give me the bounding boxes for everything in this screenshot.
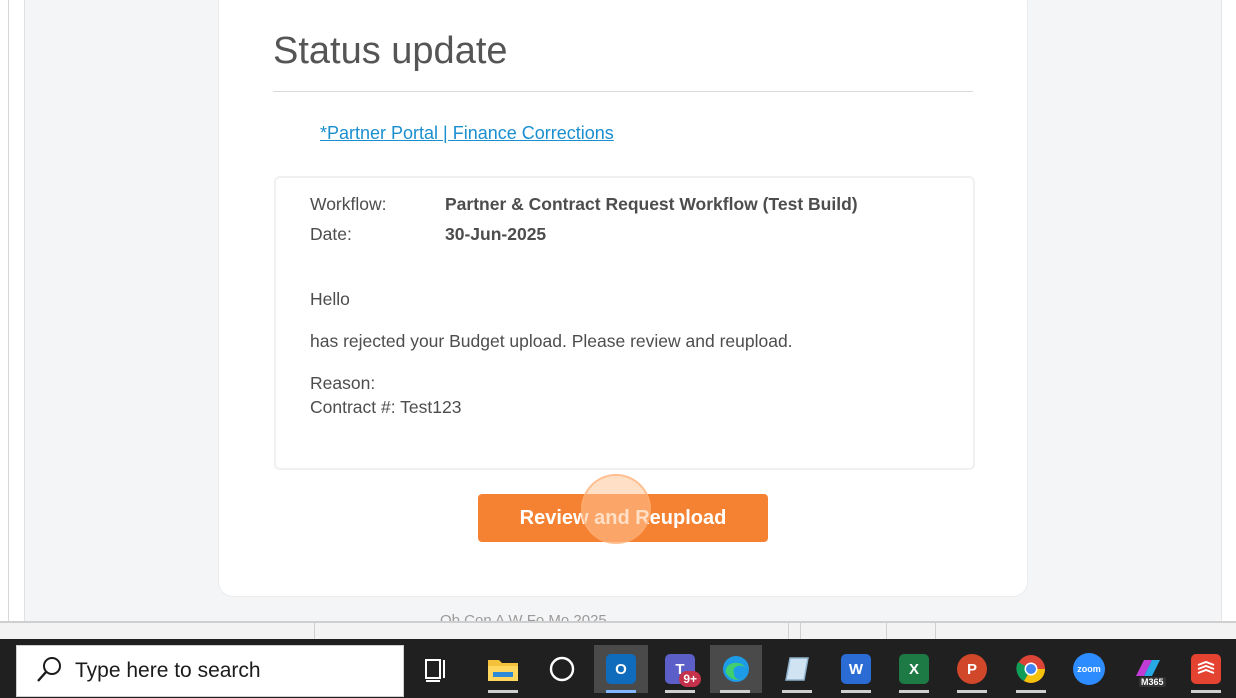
taskbar-cortana[interactable] xyxy=(537,645,587,693)
edge-icon xyxy=(723,656,749,682)
date-row: Date: 30-Jun-2025 xyxy=(310,224,546,245)
greeting-text: Hello xyxy=(310,289,350,309)
excel-icon: X xyxy=(899,654,929,684)
task-view-button[interactable] xyxy=(412,645,462,693)
date-label: Date: xyxy=(310,224,352,244)
taskbar-chrome[interactable] xyxy=(1006,645,1056,693)
cortana-icon xyxy=(549,656,575,682)
taskbar-powerpoint[interactable]: P xyxy=(947,645,997,693)
scrollbar-track[interactable] xyxy=(1221,0,1236,621)
workflow-value: Partner & Contract Request Workflow (Tes… xyxy=(445,194,858,214)
review-and-reupload-button[interactable]: Review and Reupload xyxy=(478,494,768,542)
workflow-row: Workflow: Partner & Contract Request Work… xyxy=(310,194,858,215)
partner-portal-link[interactable]: *Partner Portal | Finance Corrections xyxy=(320,123,614,144)
m365-label: M365 xyxy=(1139,677,1166,687)
taskbar-m365[interactable]: M365 xyxy=(1123,645,1173,693)
folder-icon xyxy=(488,660,518,681)
todoist-icon xyxy=(1191,654,1221,684)
email-footer-text: Ob Con A W Fo Mo 2025 xyxy=(440,612,607,621)
contract-number: Contract #: Test123 xyxy=(310,397,462,417)
taskbar-notes-app[interactable] xyxy=(772,645,822,693)
taskbar-excel[interactable]: X xyxy=(889,645,939,693)
window-bottom-strip xyxy=(0,621,1236,641)
task-view-icon xyxy=(425,659,445,682)
taskbar-search-box[interactable]: Type here to search xyxy=(16,645,404,697)
notes-icon xyxy=(785,657,809,681)
taskbar-edge[interactable] xyxy=(710,645,762,693)
title-divider xyxy=(273,91,973,92)
taskbar-todoist[interactable] xyxy=(1181,645,1231,693)
taskbar-outlook[interactable]: O xyxy=(594,645,648,693)
taskbar-teams[interactable]: T 9+ xyxy=(655,645,705,693)
search-placeholder: Type here to search xyxy=(75,659,261,682)
windows-taskbar: Type here to search O T 9+ W X P zoom M3… xyxy=(0,639,1236,698)
search-icon xyxy=(37,657,61,682)
email-viewer: Status update *Partner Portal | Finance … xyxy=(0,0,1236,621)
outlook-icon: O xyxy=(606,654,636,684)
workflow-label: Workflow: xyxy=(310,194,387,214)
status-details-box: Workflow: Partner & Contract Request Work… xyxy=(274,176,975,470)
email-card: Status update *Partner Portal | Finance … xyxy=(219,0,1027,596)
taskbar-word[interactable]: W xyxy=(831,645,881,693)
zoom-icon: zoom xyxy=(1073,653,1105,685)
rejection-message: has rejected your Budget upload. Please … xyxy=(310,331,793,351)
left-pane-edge xyxy=(0,0,25,621)
email-title: Status update xyxy=(273,30,508,72)
date-value: 30-Jun-2025 xyxy=(445,224,547,244)
taskbar-file-explorer[interactable] xyxy=(478,645,528,693)
chrome-icon xyxy=(1016,655,1045,683)
teams-notification-badge: 9+ xyxy=(679,671,701,687)
taskbar-zoom[interactable]: zoom xyxy=(1064,645,1114,693)
powerpoint-icon: P xyxy=(957,654,987,684)
reason-label: Reason: xyxy=(310,373,376,393)
word-icon: W xyxy=(841,654,871,684)
